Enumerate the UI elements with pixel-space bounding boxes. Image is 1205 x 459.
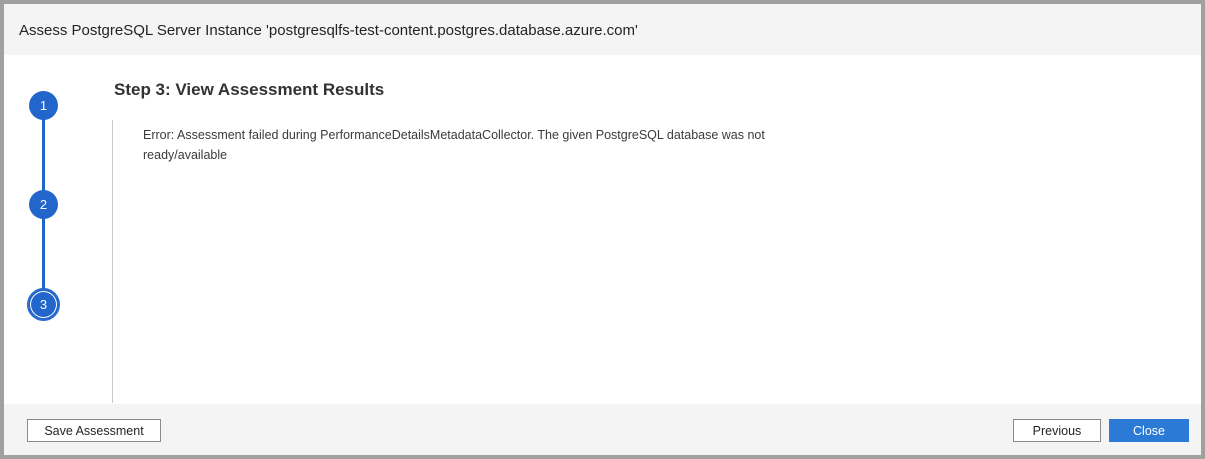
dialog-title: Assess PostgreSQL Server Instance 'postg… <box>19 22 638 39</box>
dialog-footer: Save Assessment Previous Close <box>4 404 1201 455</box>
step-1-indicator[interactable]: 1 <box>29 91 58 120</box>
error-message: Error: Assessment failed during Performa… <box>143 128 765 162</box>
dialog-titlebar: Assess PostgreSQL Server Instance 'postg… <box>4 4 1201 55</box>
step-2-indicator[interactable]: 2 <box>29 190 58 219</box>
content-divider <box>112 120 113 403</box>
assessment-dialog: Assess PostgreSQL Server Instance 'postg… <box>4 4 1201 455</box>
step-title: Step 3: View Assessment Results <box>114 80 385 99</box>
wizard-stepper: 1 2 3 <box>4 55 84 405</box>
step-3-indicator[interactable]: 3 <box>27 288 60 321</box>
step-2-label: 2 <box>39 197 48 212</box>
close-button[interactable]: Close <box>1109 419 1189 442</box>
step-1-label: 1 <box>39 98 48 113</box>
step-connector <box>42 218 45 297</box>
step-3-label: 3 <box>39 297 48 312</box>
save-assessment-button[interactable]: Save Assessment <box>27 419 161 442</box>
previous-button[interactable]: Previous <box>1013 419 1101 442</box>
